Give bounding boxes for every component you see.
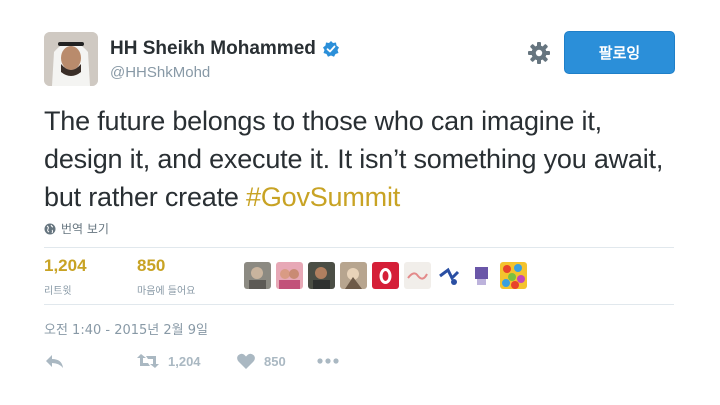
retweet-action-count: 1,204: [168, 353, 201, 369]
liker-avatars: [244, 262, 527, 289]
liker-avatar[interactable]: [308, 262, 335, 289]
tweet-timestamp[interactable]: 오전 1:40 - 2015년 2월 9일: [44, 319, 208, 338]
profile-name-row[interactable]: HH Sheikh Mohammed: [110, 38, 340, 60]
like-label: 마음에 들어요: [137, 286, 196, 297]
verified-badge-icon: [322, 40, 340, 58]
more-dots-icon: [317, 358, 339, 364]
avatar[interactable]: [44, 32, 98, 86]
action-bar: 1,204 850: [44, 352, 340, 370]
liker-avatar[interactable]: [244, 262, 271, 289]
hashtag-link[interactable]: #GovSummit: [246, 182, 400, 212]
retweet-stat[interactable]: 1,204 리트윗: [44, 256, 87, 297]
retweet-label: 리트윗: [44, 286, 72, 297]
globe-icon: [44, 223, 56, 234]
following-button[interactable]: 팔로잉: [564, 31, 675, 74]
reply-button[interactable]: [44, 352, 136, 370]
retweet-button[interactable]: 1,204: [136, 352, 236, 370]
liker-avatar[interactable]: [276, 262, 303, 289]
gear-icon[interactable]: [526, 40, 552, 66]
liker-avatar[interactable]: [404, 262, 431, 289]
more-button[interactable]: [316, 357, 340, 365]
like-button[interactable]: 850: [236, 352, 316, 370]
retweet-count[interactable]: 1,204: [44, 256, 87, 276]
user-handle[interactable]: @HHShkMohd: [110, 64, 210, 81]
heart-icon: [237, 353, 255, 369]
liker-avatar[interactable]: [372, 262, 399, 289]
retweet-icon: [137, 354, 159, 368]
like-stat[interactable]: 850 마음에 들어요: [137, 256, 195, 297]
liker-avatar[interactable]: [468, 262, 495, 289]
divider: [44, 247, 674, 248]
divider: [44, 304, 674, 305]
liker-avatar[interactable]: [340, 262, 367, 289]
liker-avatar[interactable]: [436, 262, 463, 289]
translate-link[interactable]: 번역 보기: [44, 220, 109, 237]
liker-avatar[interactable]: [500, 262, 527, 289]
like-count[interactable]: 850: [137, 256, 195, 276]
reply-icon: [46, 355, 63, 368]
like-action-count: 850: [264, 353, 286, 369]
translate-label[interactable]: 번역 보기: [61, 220, 109, 237]
tweet-text: The future belongs to those who can imag…: [44, 102, 684, 216]
display-name[interactable]: HH Sheikh Mohammed: [110, 38, 316, 60]
